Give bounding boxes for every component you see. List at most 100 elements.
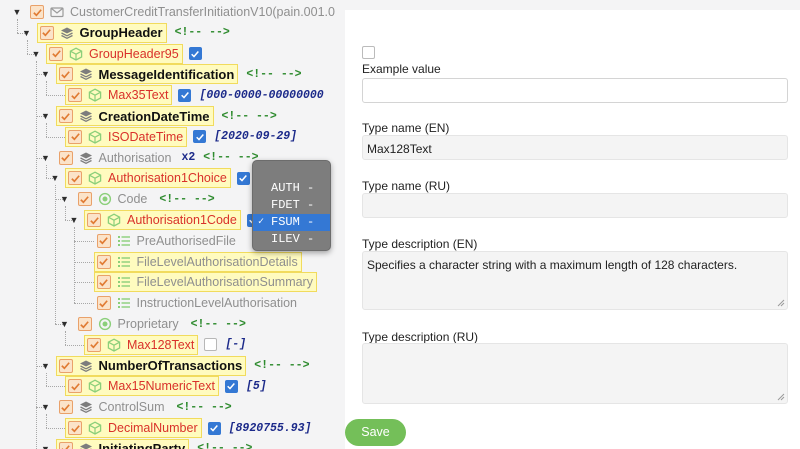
sample-value[interactable]: [8920755.93] [229,422,312,435]
resize-grip-icon[interactable] [777,299,785,307]
include-checkbox[interactable] [58,400,73,415]
tree-root-pain001[interactable]: ▼ CustomerCreditTransferInitiationV10(pai… [12,2,339,22]
value-checkbox[interactable] [193,130,207,144]
sample-value[interactable]: [2020-09-29] [214,130,297,143]
xml-comment-placeholder[interactable]: <!-- --> [222,110,277,123]
tree-node-box[interactable]: ISODateTime [65,126,188,147]
expand-toggle-icon[interactable]: ▼ [41,397,51,417]
expand-toggle-icon[interactable]: ▼ [41,106,51,126]
expand-toggle-icon[interactable]: ▼ [41,439,51,449]
include-checkbox[interactable] [58,358,73,373]
include-checkbox[interactable] [77,192,92,207]
tree-node-code[interactable]: ▼ Code <!-- --> [60,189,215,209]
example-value-input[interactable] [362,78,788,103]
tree-node-authorisation1choice[interactable]: ▼ Authorisation1Choice [50,168,250,189]
tree-node-messageidentification[interactable]: ▼ MessageIdentification <!-- --> [41,64,302,85]
value-checkbox[interactable] [204,338,218,352]
include-checkbox[interactable] [58,441,73,449]
tree-node-numberoftransactions[interactable]: ▼ NumberOfTransactions <!-- --> [41,355,309,376]
type-desc-en-textarea[interactable]: Specifies a character string with a maxi… [362,251,788,310]
tree-node-max128text[interactable]: ▼Max128Text[-] [69,334,246,355]
xml-comment-placeholder[interactable]: <!-- --> [177,401,232,414]
tree-node-box[interactable]: ControlSum [56,397,169,417]
tree-node-box[interactable]: GroupHeader [36,22,167,43]
tree-node-box[interactable]: Max128Text [84,334,199,355]
value-checkbox[interactable] [188,47,202,61]
include-checkbox[interactable] [68,129,82,144]
sample-value[interactable]: [-] [225,338,246,351]
include-checkbox[interactable] [39,25,54,40]
xml-comment-placeholder[interactable]: <!-- --> [254,359,309,372]
tree-node-box[interactable]: InstructionLevelAuthorisation [94,293,302,313]
include-checkbox[interactable] [77,317,92,331]
value-checkbox[interactable] [224,379,238,393]
expand-toggle-icon[interactable]: ▼ [22,23,32,43]
type-name-en-input[interactable]: Max128Text [362,135,788,160]
value-checkbox[interactable] [178,88,192,102]
example-value-checkbox[interactable] [362,46,375,59]
tree-node-box[interactable]: FileLevelAuthorisationDetails [93,251,302,272]
include-checkbox[interactable] [96,233,111,248]
expand-toggle-icon[interactable]: ▼ [12,2,22,22]
include-checkbox[interactable] [96,254,111,269]
tree-node-box[interactable]: CreationDateTime [55,106,214,126]
include-checkbox[interactable] [49,46,63,61]
expand-toggle-icon[interactable]: ▼ [69,210,79,230]
type-desc-ru-textarea[interactable] [362,343,788,404]
type-name-ru-input[interactable] [362,193,788,218]
xml-comment-placeholder[interactable]: <!-- --> [175,26,230,39]
tree-node-box[interactable]: Proprietary [75,314,183,334]
save-button[interactable]: Save [345,419,406,446]
tree-node-box[interactable]: FileLevelAuthorisationSummary [93,272,317,293]
tree-node-box[interactable]: InitiatingParty [55,438,190,449]
tree-node-box[interactable]: DecimalNumber [65,418,202,438]
expand-toggle-icon[interactable]: ▼ [60,189,70,209]
dropdown-option[interactable]: AUTH - [253,180,330,197]
expand-toggle-icon[interactable]: ▼ [41,64,51,84]
include-checkbox[interactable] [58,67,73,82]
tree-node-max15numerictext[interactable]: ▼Max15NumericText[5] [50,376,267,397]
resize-grip-icon[interactable] [777,393,785,401]
include-checkbox[interactable] [68,379,82,394]
sample-value[interactable]: [000-0000-00000000 [199,89,323,102]
tree-node-filelevelsummary[interactable]: ▼FileLevelAuthorisationSummary [79,272,317,293]
expand-toggle-icon[interactable]: ▼ [60,314,70,334]
tree-node-groupheader95[interactable]: ▼ GroupHeader95 [31,43,202,64]
include-checkbox[interactable] [87,213,101,227]
tree-node-authorisation[interactable]: ▼ Authorisation x2 <!-- --> [41,148,259,168]
tree-node-box[interactable]: CustomerCreditTransferInitiationV10(pain… [27,2,339,22]
tree-node-max35text[interactable]: ▼Max35Text[000-0000-00000000 [50,85,324,106]
xml-comment-placeholder[interactable]: <!-- --> [191,318,246,331]
tree-node-box[interactable]: Max35Text [65,85,173,106]
xml-comment-placeholder[interactable]: <!-- --> [246,68,301,81]
dropdown-option[interactable]: FDET - [253,197,330,214]
tree-node-initiatingparty[interactable]: ▼ InitiatingParty <!-- --> [41,438,252,449]
tree-node-controlsum[interactable]: ▼ ControlSum <!-- --> [41,397,232,417]
tree-node-decimalnumber[interactable]: ▼DecimalNumber[8920755.93] [50,418,311,438]
xml-comment-placeholder[interactable]: <!-- --> [197,442,252,449]
xml-comment-placeholder[interactable]: <!-- --> [159,193,214,206]
tree-node-authorisation1code[interactable]: ▼ Authorisation1Code [69,210,260,230]
include-checkbox[interactable] [96,296,111,311]
tree-node-creationdatetime[interactable]: ▼ CreationDateTime <!-- --> [41,106,277,126]
tree-node-preauthorisedfile[interactable]: ▼PreAuthorisedFile [79,231,240,251]
expand-toggle-icon[interactable]: ▼ [41,356,51,376]
expand-toggle-icon[interactable]: ▼ [31,44,41,64]
sample-value[interactable]: [5] [246,380,267,393]
include-checkbox[interactable] [68,171,82,186]
tree-node-box[interactable]: PreAuthorisedFile [94,231,240,251]
dropdown-option[interactable]: ✓ FSUM - [253,214,330,231]
tree-node-box[interactable]: GroupHeader95 [46,43,183,64]
include-checkbox[interactable] [68,421,82,435]
expand-toggle-icon[interactable]: ▼ [50,168,60,188]
include-checkbox[interactable] [87,337,101,352]
value-checkbox[interactable] [207,421,221,435]
include-checkbox[interactable] [30,5,44,19]
tree-node-isodatetime[interactable]: ▼ISODateTime[2020-09-29] [50,126,297,147]
dropdown-option[interactable]: ILEV - [253,231,330,248]
include-checkbox[interactable] [58,109,73,123]
tree-node-groupheader[interactable]: ▼ GroupHeader <!-- --> [22,22,230,43]
tree-node-box[interactable]: Code [75,189,152,209]
include-checkbox[interactable] [68,88,82,103]
tree-node-instructionlevel[interactable]: ▼InstructionLevelAuthorisation [79,293,302,313]
